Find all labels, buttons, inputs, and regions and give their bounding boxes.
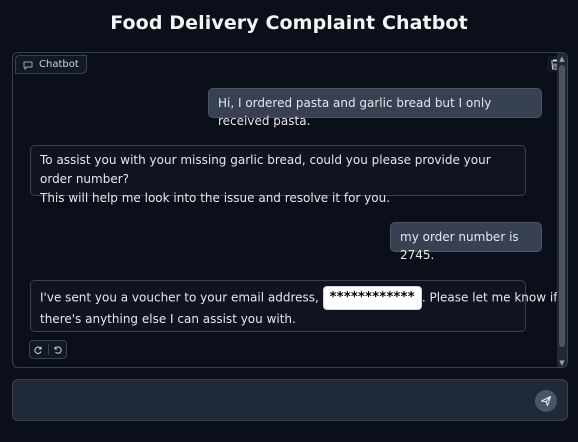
message-text: Hi, I ordered pasta and garlic bread but… bbox=[218, 96, 492, 128]
message-text-line-1: I've sent you a voucher to your email ad… bbox=[40, 286, 557, 310]
chatbot-label: Chatbot bbox=[15, 55, 87, 74]
retry-icon bbox=[34, 346, 42, 354]
chat-scrollbar[interactable]: ▲ ▼ bbox=[557, 53, 567, 367]
chat-bubble-icon bbox=[23, 60, 33, 70]
scroll-down-arrow-icon[interactable]: ▼ bbox=[558, 359, 566, 367]
message-text-line-2: This will help me look into the issue an… bbox=[40, 191, 391, 205]
message-prefix: I've sent you a voucher to your email ad… bbox=[40, 290, 323, 305]
user-message-1: Hi, I ordered pasta and garlic bread but… bbox=[208, 88, 542, 128]
send-button[interactable] bbox=[535, 390, 557, 412]
actions-divider bbox=[47, 344, 49, 355]
message-actions bbox=[29, 340, 67, 359]
message-input[interactable] bbox=[21, 386, 521, 414]
scroll-thumb[interactable] bbox=[559, 65, 565, 347]
user-message-2: my order number is 2745. bbox=[390, 222, 542, 262]
redacted-email: ************ bbox=[322, 286, 422, 310]
bot-message-1: To assist you with your missing garlic b… bbox=[30, 145, 526, 205]
message-input-bar bbox=[12, 379, 568, 421]
message-text-line-1: To assist you with your missing garlic b… bbox=[40, 153, 491, 186]
page-title: Food Delivery Complaint Chatbot bbox=[110, 12, 468, 34]
scroll-up-arrow-icon[interactable]: ▲ bbox=[558, 55, 566, 63]
chatbot-label-text: Chatbot bbox=[39, 59, 79, 70]
message-suffix: . Please let me know if bbox=[421, 290, 558, 305]
undo-button[interactable] bbox=[52, 343, 65, 356]
undo-icon bbox=[54, 345, 62, 354]
message-text-line-2: there's anything else I can assist you w… bbox=[40, 312, 296, 326]
chatbot-panel: Chatbot Hi, I ordered pasta and garlic b… bbox=[12, 52, 568, 368]
bot-message-2: I've sent you a voucher to your email ad… bbox=[30, 280, 557, 332]
retry-button[interactable] bbox=[32, 343, 45, 356]
message-text: my order number is 2745. bbox=[400, 230, 519, 262]
send-icon bbox=[540, 395, 552, 407]
